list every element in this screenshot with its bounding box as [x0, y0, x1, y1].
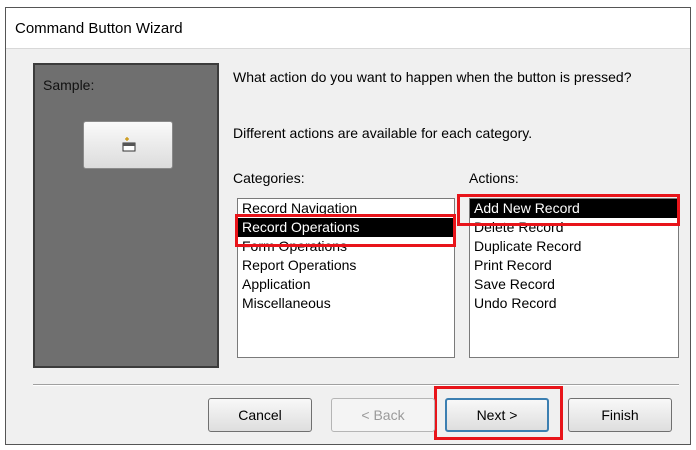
window-title: Command Button Wizard	[15, 20, 183, 37]
sample-panel: Sample:	[33, 63, 219, 368]
category-item[interactable]: Report Operations	[238, 256, 454, 275]
categories-label: Categories:	[233, 170, 305, 186]
add-record-icon	[122, 137, 136, 152]
action-item[interactable]: Print Record	[470, 256, 678, 275]
action-item[interactable]: Duplicate Record	[470, 237, 678, 256]
category-item[interactable]: Application	[238, 275, 454, 294]
finish-button[interactable]: Finish	[568, 398, 672, 432]
next-button[interactable]: Next >	[445, 398, 549, 432]
back-button[interactable]: < Back	[331, 398, 435, 432]
title-bar: Command Button Wizard	[6, 8, 690, 49]
action-question: What action do you want to happen when t…	[233, 69, 632, 85]
footer-separator	[33, 384, 679, 386]
category-highlight-box	[235, 214, 456, 247]
sample-label: Sample:	[43, 77, 95, 93]
action-item[interactable]: Save Record	[470, 275, 678, 294]
command-button-wizard-dialog: Command Button Wizard Sample: What actio…	[5, 7, 691, 445]
actions-label: Actions:	[469, 170, 519, 186]
action-item[interactable]: Undo Record	[470, 294, 678, 313]
action-hint: Different actions are available for each…	[233, 125, 533, 141]
category-item[interactable]: Miscellaneous	[238, 294, 454, 313]
sample-button-preview	[83, 121, 173, 169]
action-highlight-box	[457, 194, 680, 226]
cancel-button[interactable]: Cancel	[208, 398, 312, 432]
